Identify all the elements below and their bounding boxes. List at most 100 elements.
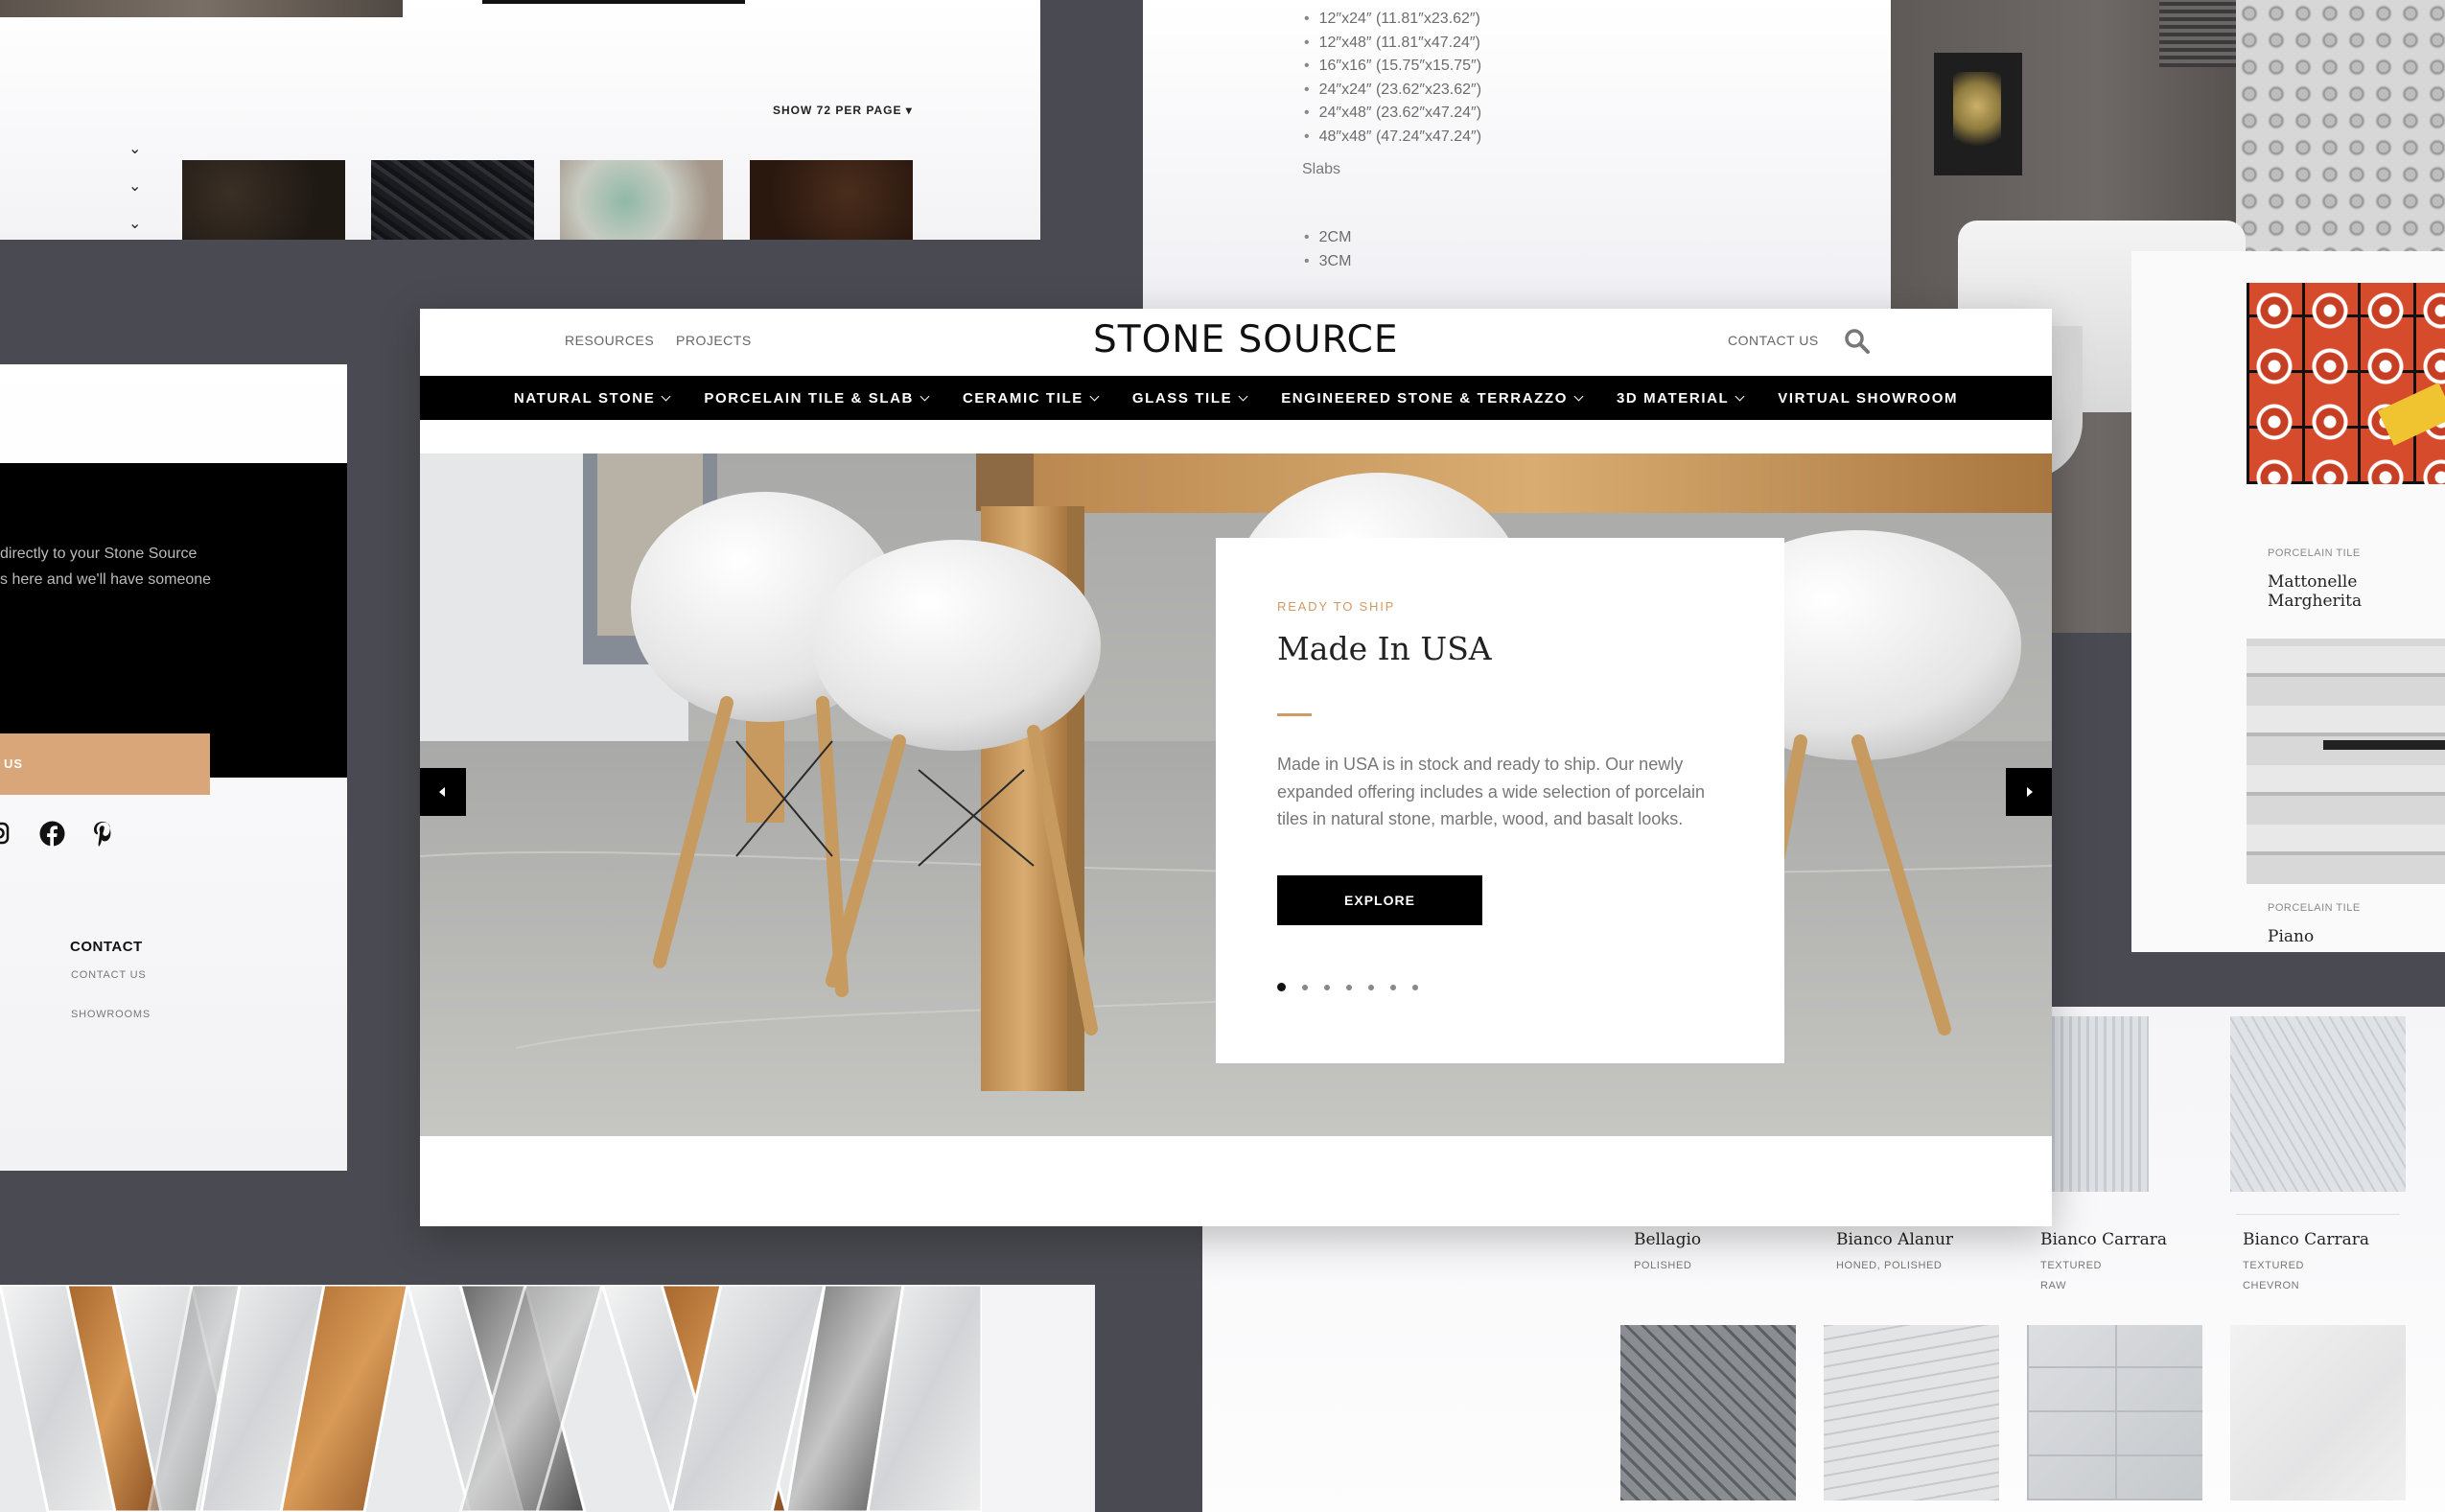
product-thumb[interactable] bbox=[2027, 1325, 2202, 1500]
thickness-item: 3CM bbox=[1304, 250, 1352, 274]
cta-text: s here and we'll have someone bbox=[0, 571, 212, 588]
search-icon[interactable] bbox=[1844, 328, 1871, 355]
product-name[interactable]: Bellagio bbox=[1634, 1230, 1701, 1249]
chevron-tile-image bbox=[0, 1285, 1095, 1512]
nav-item[interactable]: GLASS TILE bbox=[1115, 390, 1264, 407]
contact-footer-panel: directly to your Stone Source s here and… bbox=[0, 364, 347, 1171]
slide-dot[interactable] bbox=[1302, 984, 1308, 990]
chevron-down-icon bbox=[920, 391, 930, 401]
product-finish: HONED, POLISHED bbox=[1836, 1260, 1943, 1271]
size-item: 48″x48″ (47.24″x47.24″) bbox=[1304, 126, 1481, 150]
nav-item-label: NATURAL STONE bbox=[513, 389, 656, 407]
product-swatch[interactable] bbox=[560, 160, 723, 240]
nav-item[interactable]: PORCELAIN TILE & SLAB bbox=[687, 390, 945, 407]
explore-button[interactable]: EXPLORE bbox=[1277, 875, 1482, 925]
filter-chevron-icon[interactable]: ⌄ bbox=[128, 139, 141, 158]
chevron-down-icon bbox=[1238, 391, 1248, 401]
instagram-icon[interactable] bbox=[0, 821, 10, 846]
slide-dot[interactable] bbox=[1368, 984, 1374, 990]
product-category: PORCELAIN TILE bbox=[2268, 902, 2361, 914]
nav-item-label: 3D MATERIAL bbox=[1616, 389, 1730, 407]
wall-art bbox=[1934, 53, 2022, 175]
hero-card: READY TO SHIP Made In USA Made in USA is… bbox=[1216, 538, 1784, 1063]
product-name[interactable]: Bianco Carrara bbox=[2243, 1230, 2369, 1249]
specs-panel: 12″x24″ (11.81″x23.62″) 12″x48″ (11.81″x… bbox=[1143, 0, 1891, 310]
facebook-icon[interactable] bbox=[39, 821, 65, 847]
size-list: 12″x24″ (11.81″x23.62″) 12″x48″ (11.81″x… bbox=[1304, 8, 1481, 149]
divider bbox=[2236, 1214, 2400, 1215]
size-item: 12″x48″ (11.81″x47.24″) bbox=[1304, 32, 1481, 56]
nav-item-label: CERAMIC TILE bbox=[962, 389, 1083, 407]
slide-dot[interactable] bbox=[1324, 984, 1330, 990]
main-homepage: RESOURCES PROJECTS STONE SOURCE CONTACT … bbox=[420, 309, 2052, 1226]
projects-link[interactable]: PROJECTS bbox=[676, 333, 752, 348]
showrooms-link[interactable]: SHOWROOMS bbox=[71, 1009, 151, 1020]
nav-item-label: VIRTUAL SHOWROOM bbox=[1778, 389, 1959, 407]
product-finish: POLISHED bbox=[1634, 1260, 1692, 1271]
size-list-cut bbox=[1304, 0, 1592, 8]
slide-dot[interactable] bbox=[1277, 983, 1286, 991]
product-thumb[interactable] bbox=[2230, 1016, 2406, 1192]
chevron-down-icon bbox=[1089, 391, 1100, 401]
slide-dot[interactable] bbox=[1412, 984, 1418, 990]
slabs-label: Slabs bbox=[1302, 161, 1341, 177]
radiator bbox=[2159, 0, 2236, 67]
product-thumb[interactable] bbox=[2230, 1325, 2406, 1500]
product-name[interactable]: Bianco Alanur bbox=[1836, 1230, 1953, 1249]
product-name[interactable]: Piano bbox=[2268, 927, 2314, 946]
nav-item[interactable]: CERAMIC TILE bbox=[945, 390, 1115, 407]
slide-indicators bbox=[1277, 983, 1418, 991]
hero-slider: READY TO SHIP Made In USA Made in USA is… bbox=[420, 454, 2052, 1136]
nav-item[interactable]: NATURAL STONE bbox=[497, 390, 687, 407]
product-thumb[interactable] bbox=[2052, 1016, 2149, 1192]
slide-dot[interactable] bbox=[1346, 984, 1352, 990]
slide-dot[interactable] bbox=[1390, 984, 1396, 990]
show-per-page-select[interactable]: SHOW 72 PER PAGE ▾ bbox=[773, 104, 913, 117]
chevron-pattern bbox=[0, 1285, 982, 1512]
listing-button-top[interactable] bbox=[482, 0, 745, 4]
contact-heading: CONTACT bbox=[70, 939, 143, 955]
hero-description: Made in USA is in stock and ready to shi… bbox=[1277, 755, 1705, 828]
product-finish: RAW bbox=[2040, 1280, 2067, 1291]
product-name[interactable]: Bianco Carrara bbox=[2040, 1230, 2167, 1249]
filter-chevron-icon[interactable]: ⌄ bbox=[128, 214, 141, 233]
product-name[interactable]: Mattonelle Margherita bbox=[2268, 572, 2445, 611]
product-category: PORCELAIN TILE bbox=[2268, 547, 2361, 559]
site-logo[interactable]: STONE SOURCE bbox=[1093, 318, 1399, 361]
nav-item[interactable]: 3D MATERIAL bbox=[1599, 390, 1760, 407]
chevron-down-icon bbox=[1573, 391, 1584, 401]
contact-us-link[interactable]: CONTACT US bbox=[1728, 333, 1819, 348]
size-item: 16″x16″ (15.75″x15.75″) bbox=[1304, 55, 1481, 79]
table-prop bbox=[2323, 740, 2445, 750]
hero-kicker: READY TO SHIP bbox=[1277, 599, 1396, 614]
product-image[interactable] bbox=[2247, 639, 2445, 884]
product-thumb[interactable] bbox=[1824, 1325, 1999, 1500]
product-thumb[interactable] bbox=[1620, 1325, 1796, 1500]
product-listing-panel: SHOW 72 PER PAGE ▾ ⌄ ⌄ ⌄ bbox=[0, 0, 1040, 240]
nav-item[interactable]: ENGINEERED STONE & TERRAZZO bbox=[1264, 390, 1599, 407]
product-finish: TEXTURED bbox=[2243, 1260, 2305, 1271]
hero-divider bbox=[1277, 713, 1312, 716]
product-cards-panel: PORCELAIN TILE Mattonelle Margherita POR… bbox=[2131, 251, 2445, 952]
next-slide-button[interactable] bbox=[2006, 768, 2052, 816]
size-item: 24″x24″ (23.62″x23.62″) bbox=[1304, 79, 1481, 103]
product-finish: TEXTURED bbox=[2040, 1260, 2103, 1271]
contact-us-button[interactable]: US bbox=[0, 733, 210, 795]
prev-slide-button[interactable] bbox=[420, 768, 466, 816]
size-item: 12″x24″ (11.81″x23.62″) bbox=[1304, 8, 1481, 32]
filter-chevron-icon[interactable]: ⌄ bbox=[128, 176, 141, 196]
listing-image-top bbox=[0, 0, 403, 17]
nav-item[interactable]: VIRTUAL SHOWROOM bbox=[1760, 390, 1975, 407]
product-swatch[interactable] bbox=[371, 160, 534, 240]
contact-cta-block: directly to your Stone Source s here and… bbox=[0, 463, 347, 795]
contact-us-link[interactable]: CONTACT US bbox=[71, 969, 147, 981]
resources-link[interactable]: RESOURCES bbox=[565, 333, 654, 348]
thickness-list: 2CM 3CM bbox=[1304, 226, 1352, 274]
product-image[interactable] bbox=[2247, 283, 2445, 484]
product-swatch[interactable] bbox=[750, 160, 913, 240]
contact-us-button-label: US bbox=[4, 756, 24, 771]
product-swatch[interactable] bbox=[182, 160, 345, 240]
arrow-left-icon bbox=[439, 787, 445, 797]
size-item: 24″x48″ (23.62″x47.24″) bbox=[1304, 102, 1481, 126]
pinterest-icon[interactable] bbox=[92, 821, 113, 847]
